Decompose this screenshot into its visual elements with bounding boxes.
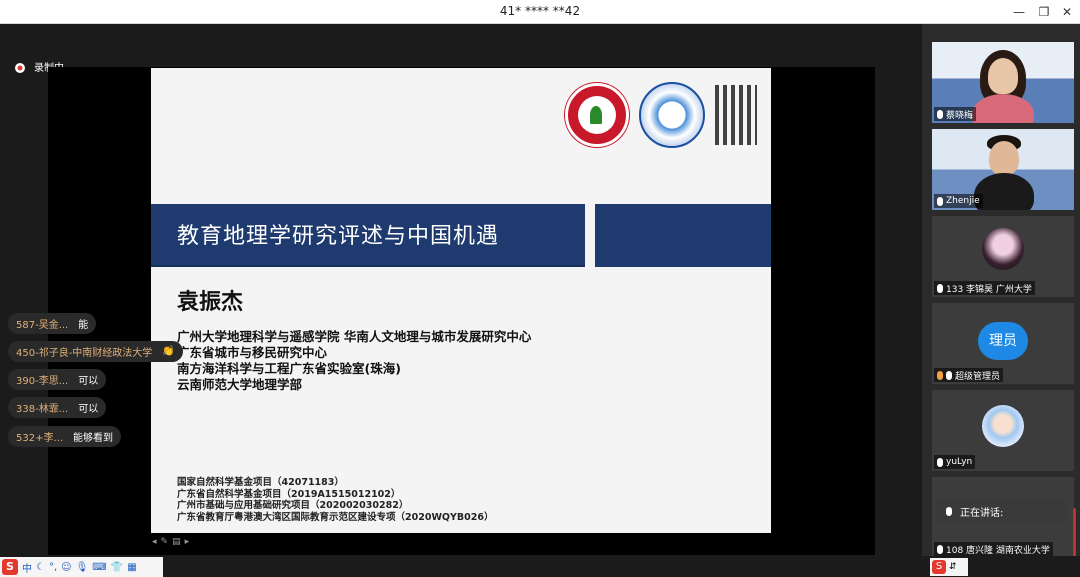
cloud-record-icon bbox=[15, 62, 25, 73]
sogou-logo-icon: S bbox=[932, 560, 946, 574]
funding-line: 广东省教育厅粤港澳大湾区国际教育示范区建设专项（2020WQYB026） bbox=[177, 511, 494, 523]
keyboard-icon[interactable]: ⌨ bbox=[92, 562, 106, 573]
ime-language[interactable]: 中 bbox=[22, 560, 32, 575]
participant-tile[interactable]: Zhenjie bbox=[932, 129, 1074, 210]
clap-emoji: 👏 bbox=[162, 346, 175, 357]
participant-tile[interactable]: yuLyn bbox=[932, 390, 1074, 471]
speaking-indicator: 正在讲话: bbox=[936, 498, 1066, 524]
participant-name-bar: 133 李锦昊 广州大学 bbox=[934, 281, 1035, 295]
participant-name-bar: yuLyn bbox=[934, 455, 976, 469]
shared-screen: 教育地理学研究评述与中国机遇 袁振杰 广州大学地理科学与遥感学院 华南人文地理与… bbox=[48, 67, 875, 555]
chat-sender: 338-林霏... bbox=[16, 404, 69, 415]
participant-tile[interactable]: 理员 超级管理员 bbox=[932, 303, 1074, 384]
presentation-slide: 教育地理学研究评述与中国机遇 袁振杰 广州大学地理科学与遥感学院 华南人文地理与… bbox=[151, 68, 771, 533]
participant-name: Zhenjie bbox=[946, 196, 980, 206]
close-icon[interactable]: ✕ bbox=[1058, 3, 1076, 21]
mic-icon bbox=[946, 506, 952, 516]
participant-name: 蔡晓梅 bbox=[946, 110, 974, 121]
apps-grid-icon[interactable]: ▦ bbox=[127, 562, 136, 573]
participant-name-bar: 108 唐兴隆 湖南农业大学 bbox=[934, 542, 1053, 556]
chat-bubble: 338-林霏... 可以 bbox=[8, 397, 107, 418]
pen-icon[interactable]: ✎ bbox=[161, 537, 169, 547]
participant-name: 108 唐兴隆 湖南农业大学 bbox=[946, 545, 1050, 556]
chat-sender: 587-吴金... bbox=[16, 320, 69, 331]
participant-name-bar: 蔡晓梅 bbox=[934, 107, 977, 121]
funding-list: 国家自然科学基金项目（42071183） 广东省自然科学基金项目（2019A15… bbox=[177, 477, 493, 523]
mic-muted-icon bbox=[937, 457, 943, 467]
lab-logo bbox=[715, 85, 757, 145]
avatar bbox=[982, 228, 1024, 270]
chat-bubble: 532+李... 能够看到 bbox=[8, 426, 122, 447]
chat-message: 可以 bbox=[78, 404, 99, 415]
chat-message: 能 bbox=[78, 320, 89, 331]
affiliation-line: 南方海洋科学与工程广东省实验室(珠海) bbox=[177, 361, 401, 376]
dropdown-icon[interactable]: ⇵ bbox=[949, 562, 957, 572]
mic-muted-icon bbox=[937, 544, 943, 554]
affiliation-line: 广州大学地理科学与遥感学院 华南人文地理与城市发展研究中心 bbox=[177, 329, 532, 344]
ime-mini-toolbar[interactable]: S ⇵ bbox=[930, 558, 968, 576]
avatar bbox=[982, 405, 1024, 447]
chat-sender: 450-祁子良-中南财经政法大学 bbox=[16, 348, 153, 359]
chat-bubble: 390-李思... 可以 bbox=[8, 369, 107, 390]
affiliation-line: 广东省城市与移民研究中心 bbox=[177, 345, 328, 360]
user-icon bbox=[937, 370, 943, 380]
punctuation-icon[interactable]: °, bbox=[49, 562, 57, 573]
chat-message: 能够看到 bbox=[73, 433, 114, 444]
participants-panel: 蔡晓梅 Zhenjie 133 李锦昊 广州大学 理员 超级管理员 yuLyn bbox=[922, 24, 1080, 558]
window-titlebar: 41* **** **42 — ❐ ✕ bbox=[0, 0, 1080, 24]
microphone-icon[interactable]: 🎙 bbox=[76, 562, 89, 573]
name-badge: 理员 bbox=[978, 322, 1028, 360]
chat-sender: 390-李思... bbox=[16, 376, 69, 387]
funding-line: 广州市基础与应用基础研究项目（202002030282） bbox=[177, 500, 409, 511]
mic-muted-icon bbox=[946, 370, 952, 380]
chat-bubble: 587-吴金... 能 bbox=[8, 313, 97, 334]
slide-author: 袁振杰 bbox=[177, 290, 244, 315]
slides-icon[interactable]: ▤ bbox=[172, 537, 181, 547]
participant-name: 133 李锦昊 广州大学 bbox=[946, 284, 1032, 295]
main-stage: 录制中 教育地理学研究评述与中国机遇 袁振杰 广州大学地理科学与遥感学院 华南人… bbox=[0, 24, 922, 556]
participant-tile[interactable]: 133 李锦昊 广州大学 bbox=[932, 216, 1074, 297]
slide-toolbar: ◂ ✎ ▤ ▸ bbox=[152, 537, 189, 547]
affiliations: 广州大学地理科学与遥感学院 华南人文地理与城市发展研究中心 广东省城市与移民研究… bbox=[177, 329, 531, 393]
sogou-logo-icon: S bbox=[2, 559, 18, 575]
guangzhou-university-logo bbox=[565, 83, 629, 147]
taskbar: S 中 ☾ °, ☺ 🎙 ⌨ 👕 ▦ S ⇵ bbox=[0, 556, 1080, 577]
participant-name: yuLyn bbox=[946, 457, 973, 467]
research-center-logo bbox=[639, 82, 705, 148]
speaking-label: 正在讲话: bbox=[960, 507, 1004, 519]
chat-message: 可以 bbox=[78, 376, 99, 387]
mic-icon bbox=[937, 196, 943, 206]
affiliation-line: 云南师范大学地理学部 bbox=[177, 377, 303, 392]
mic-muted-icon bbox=[937, 283, 943, 293]
slide-title: 教育地理学研究评述与中国机遇 bbox=[177, 224, 500, 249]
mic-icon bbox=[937, 109, 943, 119]
restore-icon[interactable]: ❐ bbox=[1035, 3, 1053, 21]
prev-arrow-icon[interactable]: ◂ bbox=[152, 537, 157, 547]
next-arrow-icon[interactable]: ▸ bbox=[185, 537, 190, 547]
institution-logos bbox=[565, 80, 757, 150]
funding-line: 国家自然科学基金项目（42071183） bbox=[177, 477, 344, 488]
chat-sender: 532+李... bbox=[16, 433, 64, 444]
participant-tile[interactable]: 蔡晓梅 bbox=[932, 42, 1074, 123]
participant-name: 超级管理员 bbox=[955, 371, 1001, 382]
skin-icon[interactable]: 👕 bbox=[111, 562, 123, 573]
emoji-icon[interactable]: ☺ bbox=[61, 562, 71, 573]
moon-icon[interactable]: ☾ bbox=[36, 562, 45, 573]
funding-line: 广东省自然科学基金项目（2019A1515012102） bbox=[177, 488, 401, 500]
window-title: 41* **** **42 bbox=[499, 4, 581, 18]
participant-name-bar: 超级管理员 bbox=[934, 368, 1004, 382]
ime-toolbar[interactable]: S 中 ☾ °, ☺ 🎙 ⌨ 👕 ▦ bbox=[0, 557, 163, 577]
title-band: 教育地理学研究评述与中国机遇 bbox=[151, 204, 771, 267]
minimize-icon[interactable]: — bbox=[1010, 3, 1028, 21]
participant-name-bar: Zhenjie bbox=[934, 194, 983, 208]
chat-bubble: 450-祁子良-中南财经政法大学 👏 bbox=[8, 341, 183, 362]
